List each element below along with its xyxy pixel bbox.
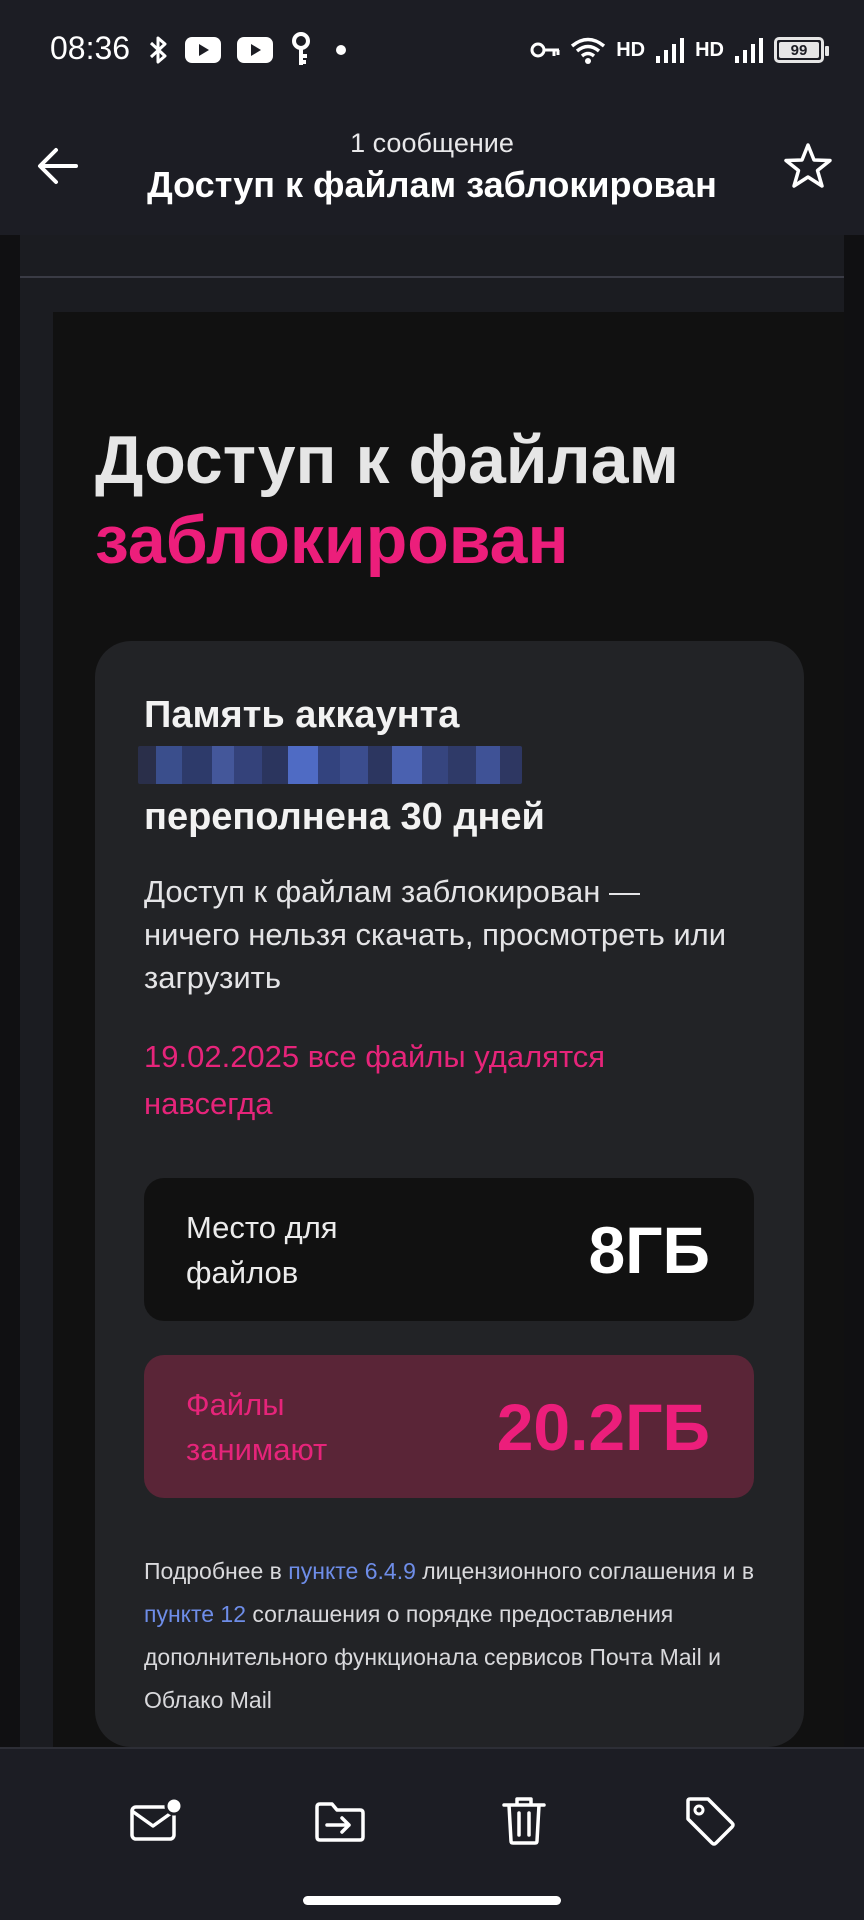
storage-limit-box: Место для файлов 8ГБ — [144, 1178, 754, 1321]
dot-icon — [336, 45, 346, 55]
tag-icon — [686, 1797, 735, 1846]
page-title: Доступ к файлам заблокирован — [147, 164, 717, 205]
youtube-icon — [237, 37, 273, 63]
signal-icon — [656, 38, 685, 63]
mark-unread-icon — [130, 1797, 184, 1841]
move-to-folder-icon — [315, 1802, 365, 1842]
status-time: 08:36 — [50, 30, 131, 66]
hd-label: HD — [616, 38, 646, 61]
battery-icon: 99 — [774, 37, 829, 63]
message-header: 1 сообщение Доступ к файлам заблокирован — [0, 100, 864, 235]
delete-button[interactable] — [492, 1789, 556, 1853]
storage-limit-value: 8ГБ — [588, 1212, 710, 1287]
email-headline: Доступ к файлам заблокирован — [95, 420, 795, 580]
card-description: Доступ к файлам заблокирован — ничего не… — [144, 874, 727, 995]
wifi-icon — [571, 37, 606, 64]
status-bar: 08:36 HD HD 99 — [0, 0, 864, 100]
favorite-button[interactable] — [780, 138, 836, 194]
footnote-text: Подробнее в — [144, 1558, 289, 1584]
status-right-icons: HD HD 99 — [530, 30, 829, 70]
deletion-warning: 19.02.2025 все файлы удалятся навсегда — [144, 1039, 606, 1121]
redacted-email — [138, 746, 522, 784]
youtube-icon — [185, 37, 221, 63]
signal-icon — [735, 38, 763, 63]
trash-icon — [502, 1797, 546, 1845]
message-count: 1 сообщение — [350, 128, 514, 158]
tag-button[interactable] — [678, 1789, 742, 1853]
storage-used-box: Файлы занимают 20.2ГБ — [144, 1355, 754, 1498]
gesture-nav-bar[interactable] — [303, 1896, 561, 1905]
hd-label: HD — [695, 38, 724, 61]
license-clause-link[interactable]: пункте 6.4.9 — [288, 1558, 416, 1584]
mark-unread-button[interactable] — [124, 1789, 188, 1853]
battery-level: 99 — [790, 41, 808, 59]
card-title-line2: переполнена 30 дней — [144, 796, 545, 838]
bottom-toolbar — [0, 1747, 864, 1920]
footnote-text: лицензионного соглашения и в — [415, 1558, 755, 1584]
status-left-icons — [148, 30, 354, 70]
star-outline-icon — [784, 143, 832, 188]
move-button[interactable] — [308, 1789, 372, 1853]
headline-line2: заблокирован — [95, 502, 569, 578]
key-icon — [292, 32, 310, 65]
card-title: Память аккаунта — [144, 694, 460, 736]
bluetooth-icon — [149, 36, 167, 64]
storage-used-value: 20.2ГБ — [496, 1389, 710, 1464]
agreement-clause-link[interactable]: пункте 12 — [144, 1601, 246, 1627]
divider — [20, 276, 844, 278]
vpn-key-icon — [530, 42, 560, 58]
headline-line1: Доступ к файлам — [95, 422, 679, 498]
storage-limit-label: Место для файлов — [186, 1209, 338, 1290]
footnote: Подробнее в пункте 6.4.9 лицензионного с… — [144, 1550, 784, 1722]
storage-used-label: Файлы занимают — [186, 1386, 328, 1467]
